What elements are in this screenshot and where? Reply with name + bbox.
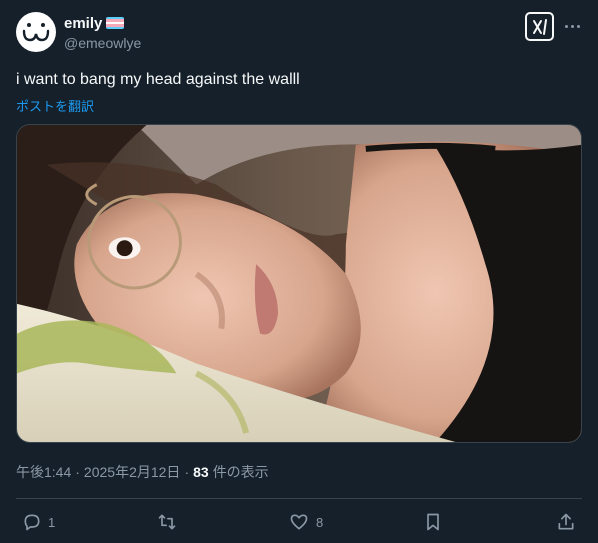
reply-icon [24,514,40,531]
dot-icon [570,24,574,28]
tweet-time[interactable]: 午後1:44 [16,462,71,482]
selfie-photo [17,125,581,442]
action-bar: 1 8 [0,508,598,538]
display-name[interactable]: emily [64,15,102,32]
grok-icon[interactable] [525,12,554,41]
transgender-flag-icon [106,17,125,29]
share-button[interactable] [556,512,576,532]
avatar[interactable] [16,12,56,52]
like-count: 8 [316,514,324,530]
reply-button[interactable]: 1 [22,512,55,532]
cat-face-icon [22,23,50,42]
separator: · [184,464,190,480]
more-options-button[interactable] [560,16,584,36]
retweet-icon [158,514,176,530]
tweet-card: emily @emeowlye i want to bang my head a… [0,0,598,543]
author-info[interactable]: emily @emeowlye [64,13,141,52]
tweet-photo[interactable] [16,124,582,443]
reply-count: 1 [48,514,56,530]
translate-post-link[interactable]: ポストを翻訳 [16,96,94,115]
dot-icon [564,24,568,28]
slash-x-icon [532,18,547,35]
like-button[interactable]: 8 [288,512,323,532]
user-handle[interactable]: @emeowlye [64,35,141,51]
tweet-text: i want to bang my head against the walll [16,71,300,88]
divider [16,498,582,499]
bookmark-button[interactable] [423,512,443,532]
tweet-metadata: 午後1:44 · 2025年2月12日 · 83 件の表示 [16,462,269,482]
share-icon [558,513,574,530]
retweet-button[interactable] [156,512,184,532]
dot-icon [576,24,580,28]
separator: · [75,464,80,480]
views-count: 83 [193,464,209,480]
bookmark-icon [427,513,439,531]
views-label: 件の表示 [212,464,269,480]
heart-icon [290,514,308,530]
tweet-date[interactable]: 2025年2月12日 [84,462,181,482]
